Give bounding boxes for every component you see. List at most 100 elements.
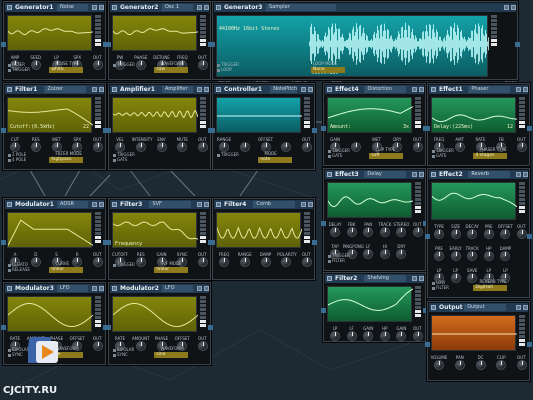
knob-seed[interactable] [30, 60, 41, 70]
preset-name-field[interactable]: Comb [253, 201, 296, 208]
preset-name-field[interactable]: Shelving [364, 275, 407, 282]
output-knob[interactable] [198, 257, 208, 267]
knob-hi[interactable] [379, 249, 390, 259]
power-toggle[interactable] [216, 202, 221, 207]
preset-name-field[interactable]: Phaser [468, 86, 511, 93]
knob-env[interactable] [156, 142, 167, 152]
output-connector[interactable] [312, 127, 317, 133]
mode-select[interactable]: 4 stages [473, 153, 508, 159]
minimize-icon[interactable] [516, 87, 521, 92]
power-toggle[interactable] [431, 305, 436, 310]
power-toggle[interactable] [112, 286, 117, 291]
knob-lf[interactable] [346, 331, 357, 341]
input-connector[interactable] [321, 308, 326, 313]
preset-name-field[interactable]: Distortion [364, 86, 407, 93]
knob-clip[interactable] [496, 360, 507, 370]
checkbox-sync[interactable]: SYNC [8, 352, 23, 357]
minimize-icon[interactable] [301, 202, 306, 207]
knob-decay[interactable] [467, 229, 478, 239]
knob-pan[interactable] [363, 227, 374, 237]
close-icon[interactable] [204, 286, 209, 291]
input-connector[interactable] [321, 220, 326, 226]
input-connector[interactable] [210, 41, 215, 47]
knob-vel[interactable] [115, 142, 125, 152]
mode-select[interactable]: highpass [49, 157, 84, 163]
knob-res[interactable] [30, 142, 41, 152]
minimize-icon[interactable] [197, 286, 202, 291]
power-toggle[interactable] [7, 202, 12, 207]
output-knob[interactable] [517, 142, 527, 152]
knob-dry[interactable] [396, 249, 407, 259]
knob-intensity[interactable] [135, 142, 146, 152]
close-icon[interactable] [99, 286, 104, 291]
output-knob[interactable] [517, 360, 527, 370]
preset-name-field[interactable]: Amplifier [162, 86, 193, 93]
knob-fbk[interactable] [346, 227, 357, 237]
power-toggle[interactable] [327, 87, 332, 92]
power-toggle[interactable] [112, 87, 117, 92]
input-connector[interactable] [106, 127, 111, 133]
knob-d[interactable] [30, 257, 41, 267]
output-connector[interactable] [208, 324, 213, 330]
power-toggle[interactable] [327, 276, 332, 281]
knob-save[interactable] [467, 273, 478, 283]
checkbox-sync[interactable]: SYNC [113, 352, 128, 357]
knob-type[interactable] [434, 229, 444, 239]
close-icon[interactable] [99, 5, 104, 10]
close-icon[interactable] [523, 87, 528, 92]
output-connector[interactable] [312, 240, 317, 245]
input-connector[interactable] [106, 324, 111, 330]
close-icon[interactable] [308, 87, 313, 92]
checkbox-trigger[interactable]: TRIGGER [113, 262, 135, 267]
preset-name-field[interactable]: Sampler [266, 4, 336, 11]
close-icon[interactable] [204, 202, 209, 207]
power-toggle[interactable] [431, 87, 436, 92]
minimize-icon[interactable] [92, 5, 97, 10]
knob-res[interactable] [135, 257, 146, 267]
close-icon[interactable] [308, 202, 313, 207]
preset-name-field[interactable]: Delay [364, 171, 407, 178]
mode-select[interactable]: DigiHall [473, 285, 508, 291]
output-knob[interactable] [517, 229, 527, 239]
input-connector[interactable] [106, 41, 111, 47]
knob-hp[interactable] [483, 251, 494, 261]
preset-name-field[interactable]: NotePitch [270, 86, 297, 93]
knob-polarity[interactable] [281, 257, 292, 267]
knob-freq[interactable] [219, 257, 229, 267]
minimize-icon[interactable] [412, 276, 417, 281]
close-icon[interactable] [511, 5, 516, 10]
input-connector[interactable] [425, 125, 430, 131]
input-connector[interactable] [1, 127, 6, 133]
close-icon[interactable] [523, 172, 528, 177]
knob-hp[interactable] [379, 331, 390, 341]
preset-name-field[interactable]: ADSR [57, 201, 88, 208]
mode-select[interactable]: linear [49, 267, 84, 273]
minimize-icon[interactable] [92, 202, 97, 207]
input-connector[interactable] [106, 240, 111, 245]
checkbox-gate[interactable]: GATE [113, 157, 128, 162]
power-toggle[interactable] [216, 87, 221, 92]
knob-lp[interactable] [450, 273, 461, 283]
output-connector[interactable] [527, 234, 532, 239]
knob-unnamed[interactable] [281, 142, 292, 152]
power-toggle[interactable] [112, 202, 117, 207]
preset-name-field[interactable]: SVF [149, 201, 192, 208]
minimize-icon[interactable] [516, 305, 521, 310]
input-connector[interactable] [425, 234, 430, 239]
output-connector[interactable] [515, 41, 520, 47]
output-connector[interactable] [527, 342, 532, 347]
mode-select[interactable]: sine [154, 352, 189, 358]
checkbox-gate[interactable]: GATE [328, 153, 343, 158]
checkbox-filter[interactable]: FILTER [328, 258, 345, 263]
input-connector[interactable] [1, 240, 6, 245]
power-toggle[interactable] [431, 172, 436, 177]
preset-name-field[interactable]: Noise [57, 4, 88, 11]
power-toggle[interactable] [112, 5, 117, 10]
input-connector[interactable] [210, 240, 215, 245]
minimize-icon[interactable] [197, 5, 202, 10]
knob-track[interactable] [467, 251, 478, 261]
input-connector[interactable] [425, 342, 430, 347]
checkbox-gate[interactable]: GATE [432, 153, 447, 158]
output-knob[interactable] [198, 142, 208, 152]
close-icon[interactable] [204, 5, 209, 10]
